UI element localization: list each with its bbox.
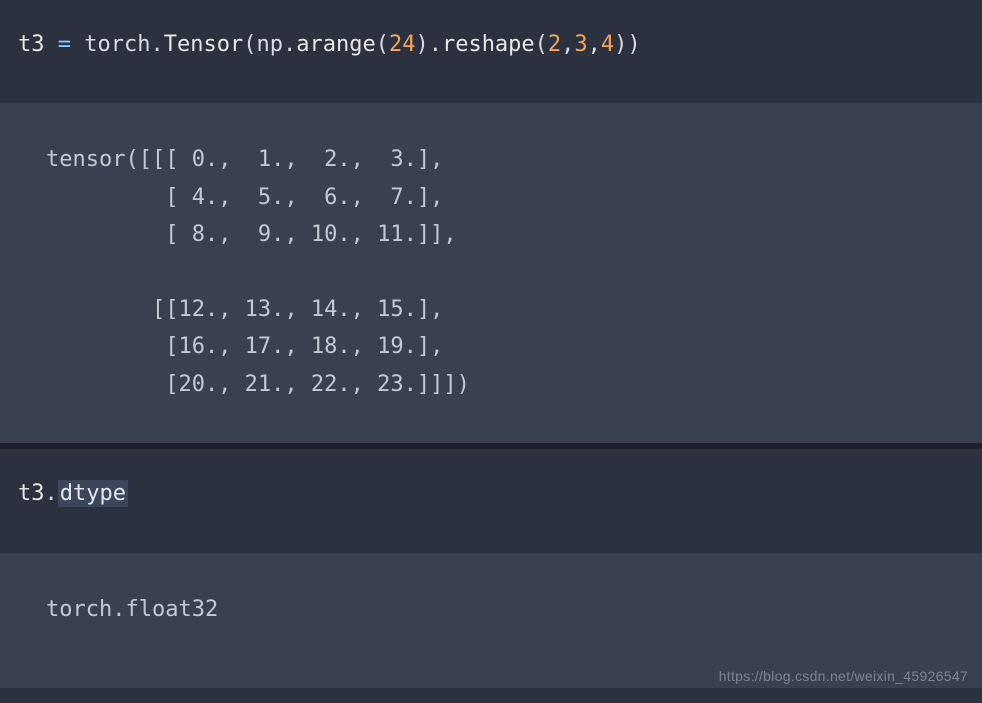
comma-1: , [561,32,574,57]
num-2: 2 [548,32,561,57]
fn-tensor: Tensor [164,32,243,57]
num-3: 3 [574,32,587,57]
dot-2: . [45,481,58,506]
num-4: 4 [601,32,614,57]
variable-t3-2: t3 [18,481,45,506]
paren-close: ) [415,32,428,57]
watermark-text: https://blog.csdn.net/weixin_45926547 [719,665,968,689]
fn-reshape: reshape [442,32,535,57]
paren-close-2: )) [614,32,641,57]
code-line-1: t3 = torch.Tensor(np.arange(24).reshape(… [18,26,964,63]
fn-arange: arange [296,32,375,57]
paren-open: ( [243,32,256,57]
module-torch: torch. [84,32,163,57]
dot: . [429,32,442,57]
comma-2: , [588,32,601,57]
paren-open-2: ( [376,32,389,57]
code-line-2: t3.dtype [18,475,964,512]
code-cell-2: t3.dtype [0,449,982,552]
variable-t3: t3 [18,32,45,57]
assign-op: = [45,32,85,57]
dtype-output: torch.float32 [46,591,936,628]
paren-open-3: ( [535,32,548,57]
code-cell-1: t3 = torch.Tensor(np.arange(24).reshape(… [0,0,982,103]
num-24: 24 [389,32,416,57]
module-np: np. [256,32,296,57]
attr-dtype: dtype [58,480,128,507]
tensor-output: tensor([[[ 0., 1., 2., 3.], [ 4., 5., 6.… [46,141,936,403]
output-cell-1: tensor([[[ 0., 1., 2., 3.], [ 4., 5., 6.… [0,103,982,443]
